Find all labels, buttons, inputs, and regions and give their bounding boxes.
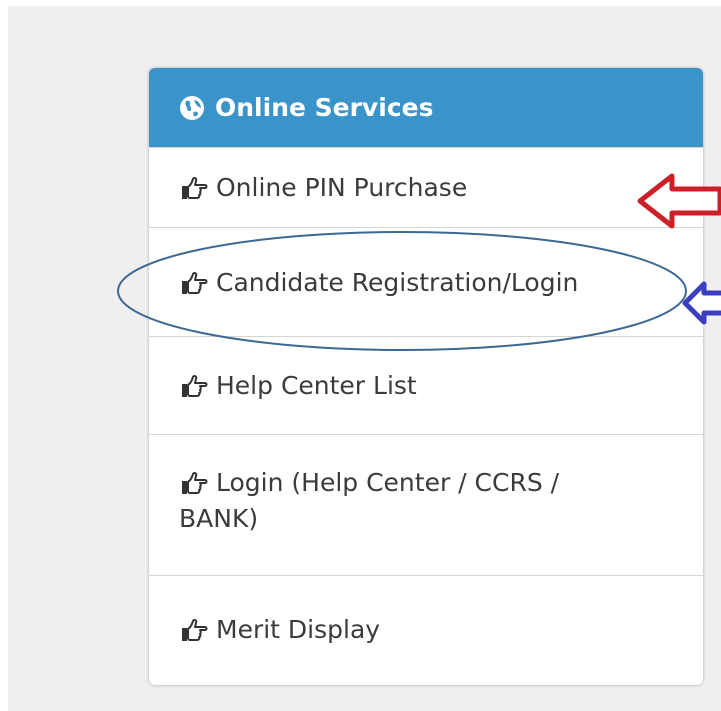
pointing-hand-icon bbox=[179, 270, 209, 296]
menu-item-label: Merit Display bbox=[216, 615, 381, 644]
panel-title: Online Services bbox=[215, 93, 434, 122]
menu-item-help-center-list[interactable]: Help Center List bbox=[149, 336, 703, 434]
menu-item-label: Candidate Registration/Login bbox=[216, 267, 579, 297]
globe-icon bbox=[179, 95, 205, 121]
panel-header: Online Services bbox=[149, 68, 703, 147]
menu-item-label-line1: Login (Help Center / CCRS / bbox=[216, 468, 560, 497]
menu-item-label: Online PIN Purchase bbox=[216, 173, 468, 202]
pointing-hand-icon bbox=[179, 175, 209, 201]
pointing-hand-icon bbox=[179, 470, 209, 496]
menu-item-login-help-center-ccrs-bank[interactable]: Login (Help Center / CCRS / BANK) bbox=[149, 434, 703, 575]
menu-item-candidate-registration-login[interactable]: Candidate Registration/Login bbox=[149, 227, 703, 336]
pointing-hand-icon bbox=[179, 617, 209, 643]
menu-item-merit-display[interactable]: Merit Display bbox=[149, 575, 703, 685]
menu-item-label-line2: BANK) bbox=[179, 504, 259, 533]
menu-item-online-pin-purchase[interactable]: Online PIN Purchase bbox=[149, 147, 703, 227]
pointing-hand-icon bbox=[179, 373, 209, 399]
menu-item-label: Help Center List bbox=[216, 371, 417, 400]
online-services-panel: Online Services Online PIN Purchase Cand… bbox=[149, 68, 703, 685]
